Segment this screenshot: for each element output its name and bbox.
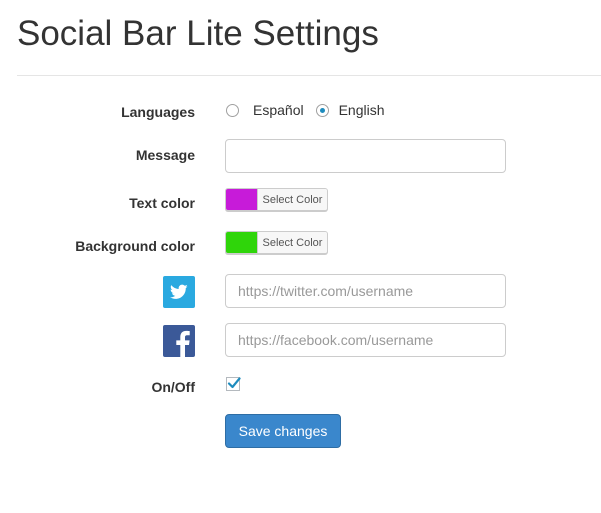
background-color-picker-button[interactable]: Select Color xyxy=(225,231,328,254)
text-color-swatch xyxy=(226,189,258,210)
languages-radio-group: Español English xyxy=(226,102,397,118)
facebook-icon xyxy=(163,325,195,357)
message-label: Message xyxy=(135,147,195,163)
twitter-icon xyxy=(163,276,195,308)
radio-english[interactable] xyxy=(315,103,329,117)
text-color-label: Text color xyxy=(129,195,195,211)
background-color-picker-label: Select Color xyxy=(258,232,327,253)
radio-espanol[interactable] xyxy=(226,103,239,117)
radio-espanol-label[interactable]: Español xyxy=(253,102,304,118)
languages-label: Languages xyxy=(121,104,195,120)
twitter-url-input[interactable] xyxy=(225,274,506,308)
facebook-url-input[interactable] xyxy=(225,323,506,357)
title-divider xyxy=(17,75,601,76)
message-input[interactable] xyxy=(225,139,506,173)
radio-english-label[interactable]: English xyxy=(339,102,385,118)
checkmark-icon xyxy=(227,377,241,389)
text-color-picker-label: Select Color xyxy=(258,189,327,210)
on-off-checkbox[interactable] xyxy=(226,377,241,391)
page-title: Social Bar Lite Settings xyxy=(17,14,379,53)
background-color-swatch xyxy=(226,232,258,253)
background-color-label: Background color xyxy=(75,238,195,254)
text-color-picker-button[interactable]: Select Color xyxy=(225,188,328,211)
on-off-label: On/Off xyxy=(151,379,195,395)
save-changes-button[interactable]: Save changes xyxy=(225,414,341,448)
